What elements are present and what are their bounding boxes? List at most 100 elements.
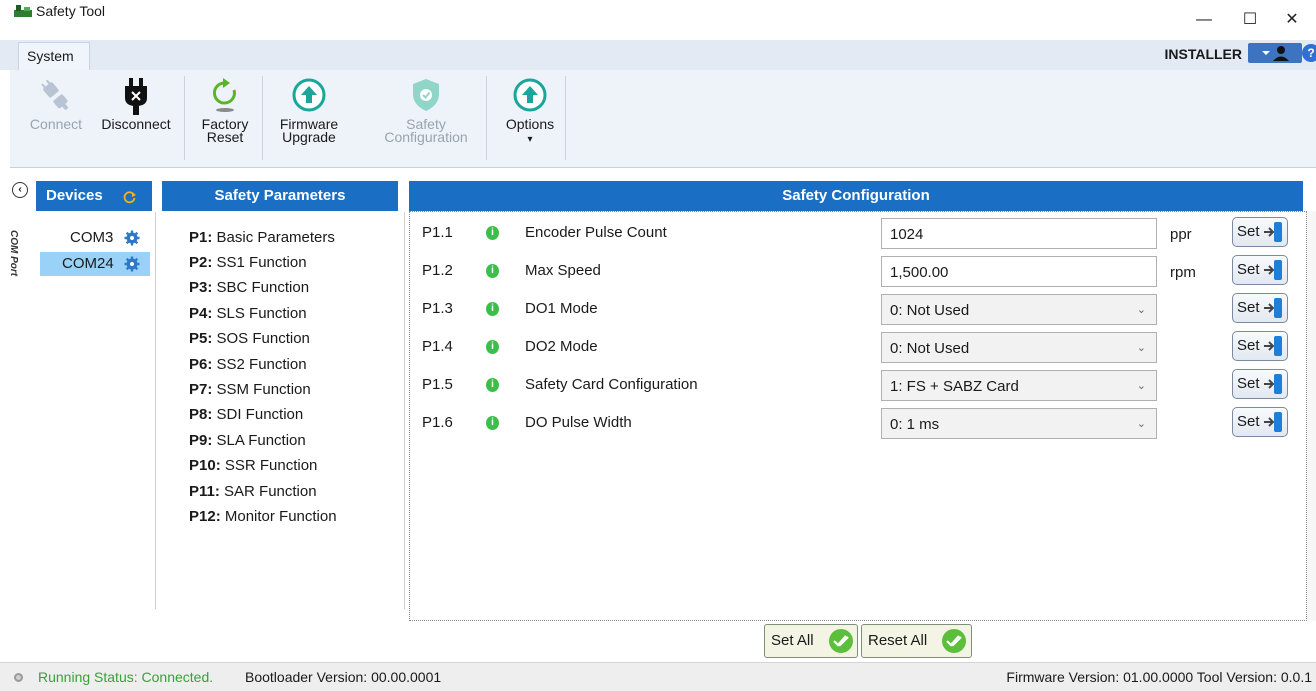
config-row-p1-2: P1.2 i Max Speed 1,500.00 rpm Set xyxy=(410,252,1308,290)
minimize-button[interactable]: — xyxy=(1182,6,1226,34)
plug-disconnect-icon xyxy=(125,78,147,115)
connect-button[interactable]: Connect xyxy=(20,74,92,160)
info-icon[interactable]: i xyxy=(486,416,499,430)
device-item-com3[interactable]: COM3 xyxy=(40,226,150,250)
config-row-p1-1: P1.1 i Encoder Pulse Count 1024 ppr Set xyxy=(410,214,1308,252)
encoder-pulse-count-input[interactable]: 1024 xyxy=(881,218,1157,249)
refresh-devices-icon[interactable] xyxy=(122,189,137,204)
param-id: P1.1 xyxy=(422,224,453,241)
devices-header: Devices xyxy=(36,181,152,211)
param-name: Max Speed xyxy=(525,262,601,279)
param-name: Safety Card Configuration xyxy=(525,376,698,393)
info-icon[interactable]: i xyxy=(486,340,499,354)
param-name: DO1 Mode xyxy=(525,300,598,317)
maximize-button[interactable]: ☐ xyxy=(1228,6,1272,34)
collapse-panel-button[interactable]: ‹ xyxy=(12,182,28,198)
gear-icon[interactable] xyxy=(124,256,140,272)
set-button[interactable]: Set xyxy=(1232,293,1288,323)
user-icon xyxy=(1262,46,1289,61)
do-pulse-width-select[interactable]: 0: 1 ms ⌄ xyxy=(881,408,1157,439)
ribbon-separator xyxy=(565,76,566,160)
set-button[interactable]: Set xyxy=(1232,407,1288,437)
firmware-upgrade-button[interactable]: Firmware Upgrade xyxy=(272,74,346,160)
param-item-p5[interactable]: P5: SOS Function xyxy=(189,327,310,351)
factory-reset-label: Factory Reset xyxy=(201,116,249,145)
firmware-upgrade-label: Firmware Upgrade xyxy=(279,116,339,145)
chevron-down-icon: ▾ xyxy=(527,134,533,145)
param-name: DO2 Mode xyxy=(525,338,598,355)
set-button[interactable]: Set xyxy=(1232,255,1288,285)
param-id: P1.2 xyxy=(422,262,453,279)
options-label: Options ▾ xyxy=(505,116,555,145)
devices-title: Devices xyxy=(46,187,103,204)
chevron-down-icon: ⌄ xyxy=(1136,380,1146,392)
param-item-p3[interactable]: P3: SBC Function xyxy=(189,276,309,300)
ribbon-toolbar: Connect Disconnect Factory Reset Firmware… xyxy=(10,70,1316,168)
vertical-scrollbar[interactable] xyxy=(1307,211,1316,621)
close-button[interactable]: ✕ xyxy=(1270,6,1314,34)
safety-configuration-label: Safety Configuration xyxy=(384,116,468,145)
status-bar: Running Status: Connected. Bootloader Ve… xyxy=(0,662,1316,691)
set-all-button[interactable]: Set All xyxy=(764,624,858,658)
arrow-into-door-icon xyxy=(1264,298,1282,318)
window-title: Safety Tool xyxy=(36,3,106,19)
max-speed-input[interactable]: 1,500.00 xyxy=(881,256,1157,287)
param-item-p11[interactable]: P11: SAR Function xyxy=(189,480,317,504)
factory-reset-button[interactable]: Factory Reset xyxy=(190,74,260,160)
upload-arrow-icon xyxy=(292,78,326,112)
options-button[interactable]: Options ▾ xyxy=(498,74,562,160)
help-icon[interactable]: ? xyxy=(1302,44,1316,62)
param-item-p8[interactable]: P8: SDI Function xyxy=(189,403,303,427)
param-item-p6[interactable]: P6: SS2 Function xyxy=(189,353,307,377)
chevron-down-icon: ⌄ xyxy=(1136,418,1146,430)
set-button[interactable]: Set xyxy=(1232,369,1288,399)
arrow-into-door-icon xyxy=(1264,374,1282,394)
double-check-icon xyxy=(829,629,853,653)
param-item-p12[interactable]: P12: Monitor Function xyxy=(189,505,337,529)
info-icon[interactable]: i xyxy=(486,226,499,240)
disconnect-label: Disconnect xyxy=(101,116,171,132)
gear-icon[interactable] xyxy=(124,230,140,246)
double-check-icon xyxy=(942,629,966,653)
configuration-grid: P1.1 i Encoder Pulse Count 1024 ppr Set … xyxy=(409,211,1307,621)
safety-configuration-header: Safety Configuration xyxy=(409,181,1303,211)
do1-mode-select[interactable]: 0: Not Used ⌄ xyxy=(881,294,1157,325)
set-button[interactable]: Set xyxy=(1232,217,1288,247)
param-item-p1[interactable]: P1: Basic Parameters xyxy=(189,226,335,250)
arrow-into-door-icon xyxy=(1264,412,1282,432)
info-icon[interactable]: i xyxy=(486,378,499,392)
param-item-p9[interactable]: P9: SLA Function xyxy=(189,429,306,453)
running-status: Running Status: Connected. xyxy=(38,669,214,685)
param-item-p10[interactable]: P10: SSR Function xyxy=(189,454,317,478)
param-id: P1.4 xyxy=(422,338,453,355)
ribbon-tab-row: System INSTALLER ? xyxy=(0,40,1316,72)
config-row-p1-3: P1.3 i DO1 Mode 0: Not Used ⌄ Set xyxy=(410,290,1308,328)
user-role-label: INSTALLER xyxy=(1164,46,1242,62)
param-item-p7[interactable]: P7: SSM Function xyxy=(189,378,311,402)
param-id: P1.3 xyxy=(422,300,453,317)
param-item-p2[interactable]: P2: SS1 Function xyxy=(189,251,307,275)
do2-mode-select[interactable]: 0: Not Used ⌄ xyxy=(881,332,1157,363)
safety-card-configuration-select[interactable]: 1: FS + SABZ Card ⌄ xyxy=(881,370,1157,401)
tab-system[interactable]: System xyxy=(18,42,90,72)
arrow-into-door-icon xyxy=(1264,336,1282,356)
info-icon[interactable]: i xyxy=(486,302,499,316)
set-button[interactable]: Set xyxy=(1232,331,1288,361)
chevron-down-icon: ⌄ xyxy=(1136,342,1146,354)
reset-all-button[interactable]: Reset All xyxy=(861,624,972,658)
param-name: Encoder Pulse Count xyxy=(525,224,667,241)
safety-parameters-header: Safety Parameters xyxy=(162,181,398,211)
arrow-into-door-icon xyxy=(1264,260,1282,280)
ribbon-separator xyxy=(486,76,487,160)
info-icon[interactable]: i xyxy=(486,264,499,278)
device-item-com24[interactable]: COM24 xyxy=(40,252,150,276)
bootloader-version: Bootloader Version: 00.00.0001 xyxy=(245,669,442,685)
options-upload-icon xyxy=(513,78,547,112)
connect-label: Connect xyxy=(29,116,83,132)
arrow-into-door-icon xyxy=(1264,222,1282,242)
safety-configuration-button[interactable]: Safety Configuration xyxy=(374,74,478,160)
param-item-p4[interactable]: P4: SLS Function xyxy=(189,302,307,326)
user-menu-button[interactable] xyxy=(1248,43,1302,63)
status-indicator-icon xyxy=(14,673,23,682)
disconnect-button[interactable]: Disconnect xyxy=(94,74,178,160)
